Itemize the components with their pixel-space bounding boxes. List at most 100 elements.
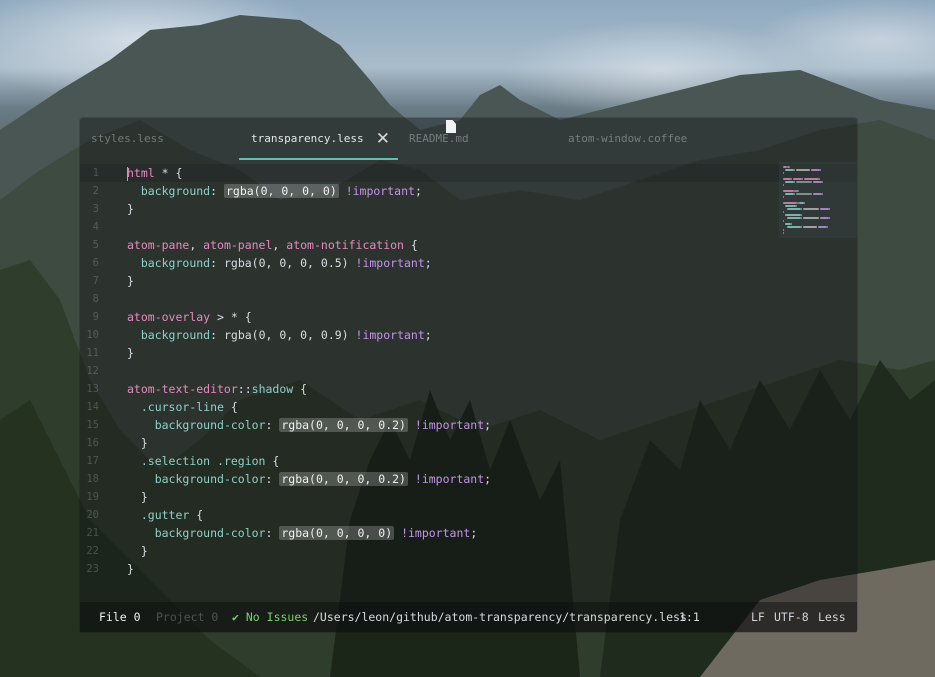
code-line[interactable]: 23}	[80, 560, 857, 578]
status-grammar[interactable]: Less	[818, 602, 846, 632]
code-line[interactable]: 16 }	[80, 434, 857, 452]
code-text: }	[127, 434, 148, 452]
tab-styles-less[interactable]: styles.less	[80, 118, 239, 160]
code-token: rgba(0, 0, 0, 0.2)	[279, 418, 408, 432]
line-number: 1	[92, 167, 99, 179]
code-token: background-color	[154, 472, 266, 486]
code-line[interactable]: 21 background-color: rgba(0, 0, 0, 0) !i…	[80, 524, 857, 542]
code-text: .selection .region {	[127, 452, 279, 470]
code-text: .gutter {	[127, 506, 203, 524]
line-number: 9	[92, 311, 99, 323]
code-token: .cursor-line	[140, 400, 224, 414]
code-token: :	[210, 328, 224, 342]
code-line[interactable]: 5 atom-pane, atom-panel, atom-notificatio…	[80, 236, 857, 254]
code-token: }	[127, 202, 134, 216]
code-line[interactable]: 18 background-color: rgba(0, 0, 0, 0.2) …	[80, 470, 857, 488]
code-line[interactable]: 4	[80, 218, 857, 236]
minimap-token	[829, 208, 830, 210]
tab-label: styles.less	[91, 132, 164, 145]
code-line[interactable]: 2 background: rgba(0, 0, 0, 0) !importan…	[80, 182, 857, 200]
code-line[interactable]: 11}	[80, 344, 857, 362]
status-issues-label: No Issues	[245, 610, 309, 624]
code-text: atom-pane, atom-panel, atom-notification…	[127, 236, 418, 254]
minimap[interactable]	[779, 162, 857, 238]
code-token: {	[189, 508, 204, 522]
minimap-token	[794, 193, 795, 195]
line-number: 2	[92, 185, 99, 197]
code-line[interactable]: 19 }	[80, 488, 857, 506]
code-line[interactable]: 6 background: rgba(0, 0, 0, 0.5) !import…	[80, 254, 857, 272]
code-editor[interactable]: 1 html * {2 background: rgba(0, 0, 0, 0) …	[80, 164, 857, 578]
code-text: background-color: rgba(0, 0, 0, 0.2) !im…	[127, 416, 491, 434]
minimap-token	[785, 193, 794, 195]
code-token: }	[127, 490, 148, 504]
minimap-token	[801, 208, 802, 210]
code-text: .cursor-line {	[127, 398, 238, 416]
tab-readme-md[interactable]: README.md	[398, 118, 557, 160]
code-line[interactable]: 15 background-color: rgba(0, 0, 0, 0.2) …	[80, 416, 857, 434]
minimap-token	[794, 190, 799, 192]
line-number: 3	[92, 203, 99, 215]
code-line[interactable]: 7}	[80, 272, 857, 290]
code-token: rgba(0, 0, 0, 0)	[279, 526, 395, 540]
code-token: ;	[484, 418, 492, 432]
code-token: {	[293, 382, 308, 396]
code-token: background	[140, 256, 211, 270]
code-line[interactable]: 9 atom-overlay > * {	[80, 308, 857, 326]
code-text: }	[127, 344, 134, 362]
code-token: :	[210, 256, 224, 270]
minimap-token	[785, 181, 794, 183]
code-token: ;	[424, 256, 432, 270]
close-icon[interactable]: ✕	[376, 118, 390, 160]
status-file[interactable]: File 0	[99, 602, 141, 632]
code-line[interactable]: 8	[80, 290, 857, 308]
code-line[interactable]: 13 atom-text-editor::shadow {	[80, 380, 857, 398]
code-token: :	[265, 472, 280, 486]
minimap-token	[787, 226, 801, 228]
minimap-token	[783, 172, 784, 174]
code-token: :	[210, 184, 224, 198]
code-token: {	[265, 454, 280, 468]
line-number: 20	[86, 509, 99, 521]
code-token: ;	[414, 184, 422, 198]
status-bar: File 0 Project 0 ✔ No Issues /Users/leon…	[80, 602, 857, 632]
line-number: 11	[86, 347, 99, 359]
minimap-token	[785, 169, 794, 171]
code-line[interactable]: 14 .cursor-line {	[80, 398, 857, 416]
minimap-token	[796, 181, 812, 183]
status-file-label: File	[99, 610, 127, 624]
line-number: 6	[92, 257, 99, 269]
code-line[interactable]: 12	[80, 362, 857, 380]
code-line[interactable]: 22 }	[80, 542, 857, 560]
minimap-token	[813, 181, 822, 183]
code-token: .selection .region	[140, 454, 266, 468]
code-text: }	[127, 272, 134, 290]
code-line[interactable]: 17 .selection .region {	[80, 452, 857, 470]
status-file-count: 0	[133, 610, 141, 624]
status-line-ending[interactable]: LF	[751, 602, 765, 632]
minimap-token	[785, 205, 796, 207]
minimap-token	[783, 232, 784, 234]
status-project[interactable]: Project 0	[156, 602, 218, 632]
tab-atom-window-coffee[interactable]: atom-window.coffee	[557, 118, 716, 160]
status-encoding[interactable]: UTF-8	[774, 602, 809, 632]
code-line[interactable]: 1 html * {	[80, 164, 857, 182]
code-token: html	[127, 166, 155, 180]
minimap-token	[818, 226, 827, 228]
minimap-token	[803, 217, 819, 219]
code-token: atom-text-editor	[127, 382, 238, 396]
minimap-token	[804, 202, 805, 204]
code-line[interactable]: 10 background: rgba(0, 0, 0, 0.9) !impor…	[80, 326, 857, 344]
status-issues[interactable]: ✔ No Issues	[232, 602, 308, 632]
tab-transparency-less[interactable]: transparency.less ✕	[239, 118, 456, 160]
editor-window: styles.less transparency.less ✕ README.m…	[80, 118, 857, 632]
minimap-token	[813, 193, 822, 195]
code-line[interactable]: 3}	[80, 200, 857, 218]
code-line[interactable]: 20 .gutter {	[80, 506, 857, 524]
status-cursor-position[interactable]: 1:1	[679, 602, 700, 632]
line-number: 15	[86, 419, 99, 431]
status-file-path[interactable]: /Users/leon/github/atom-transparency/tra…	[313, 602, 687, 632]
